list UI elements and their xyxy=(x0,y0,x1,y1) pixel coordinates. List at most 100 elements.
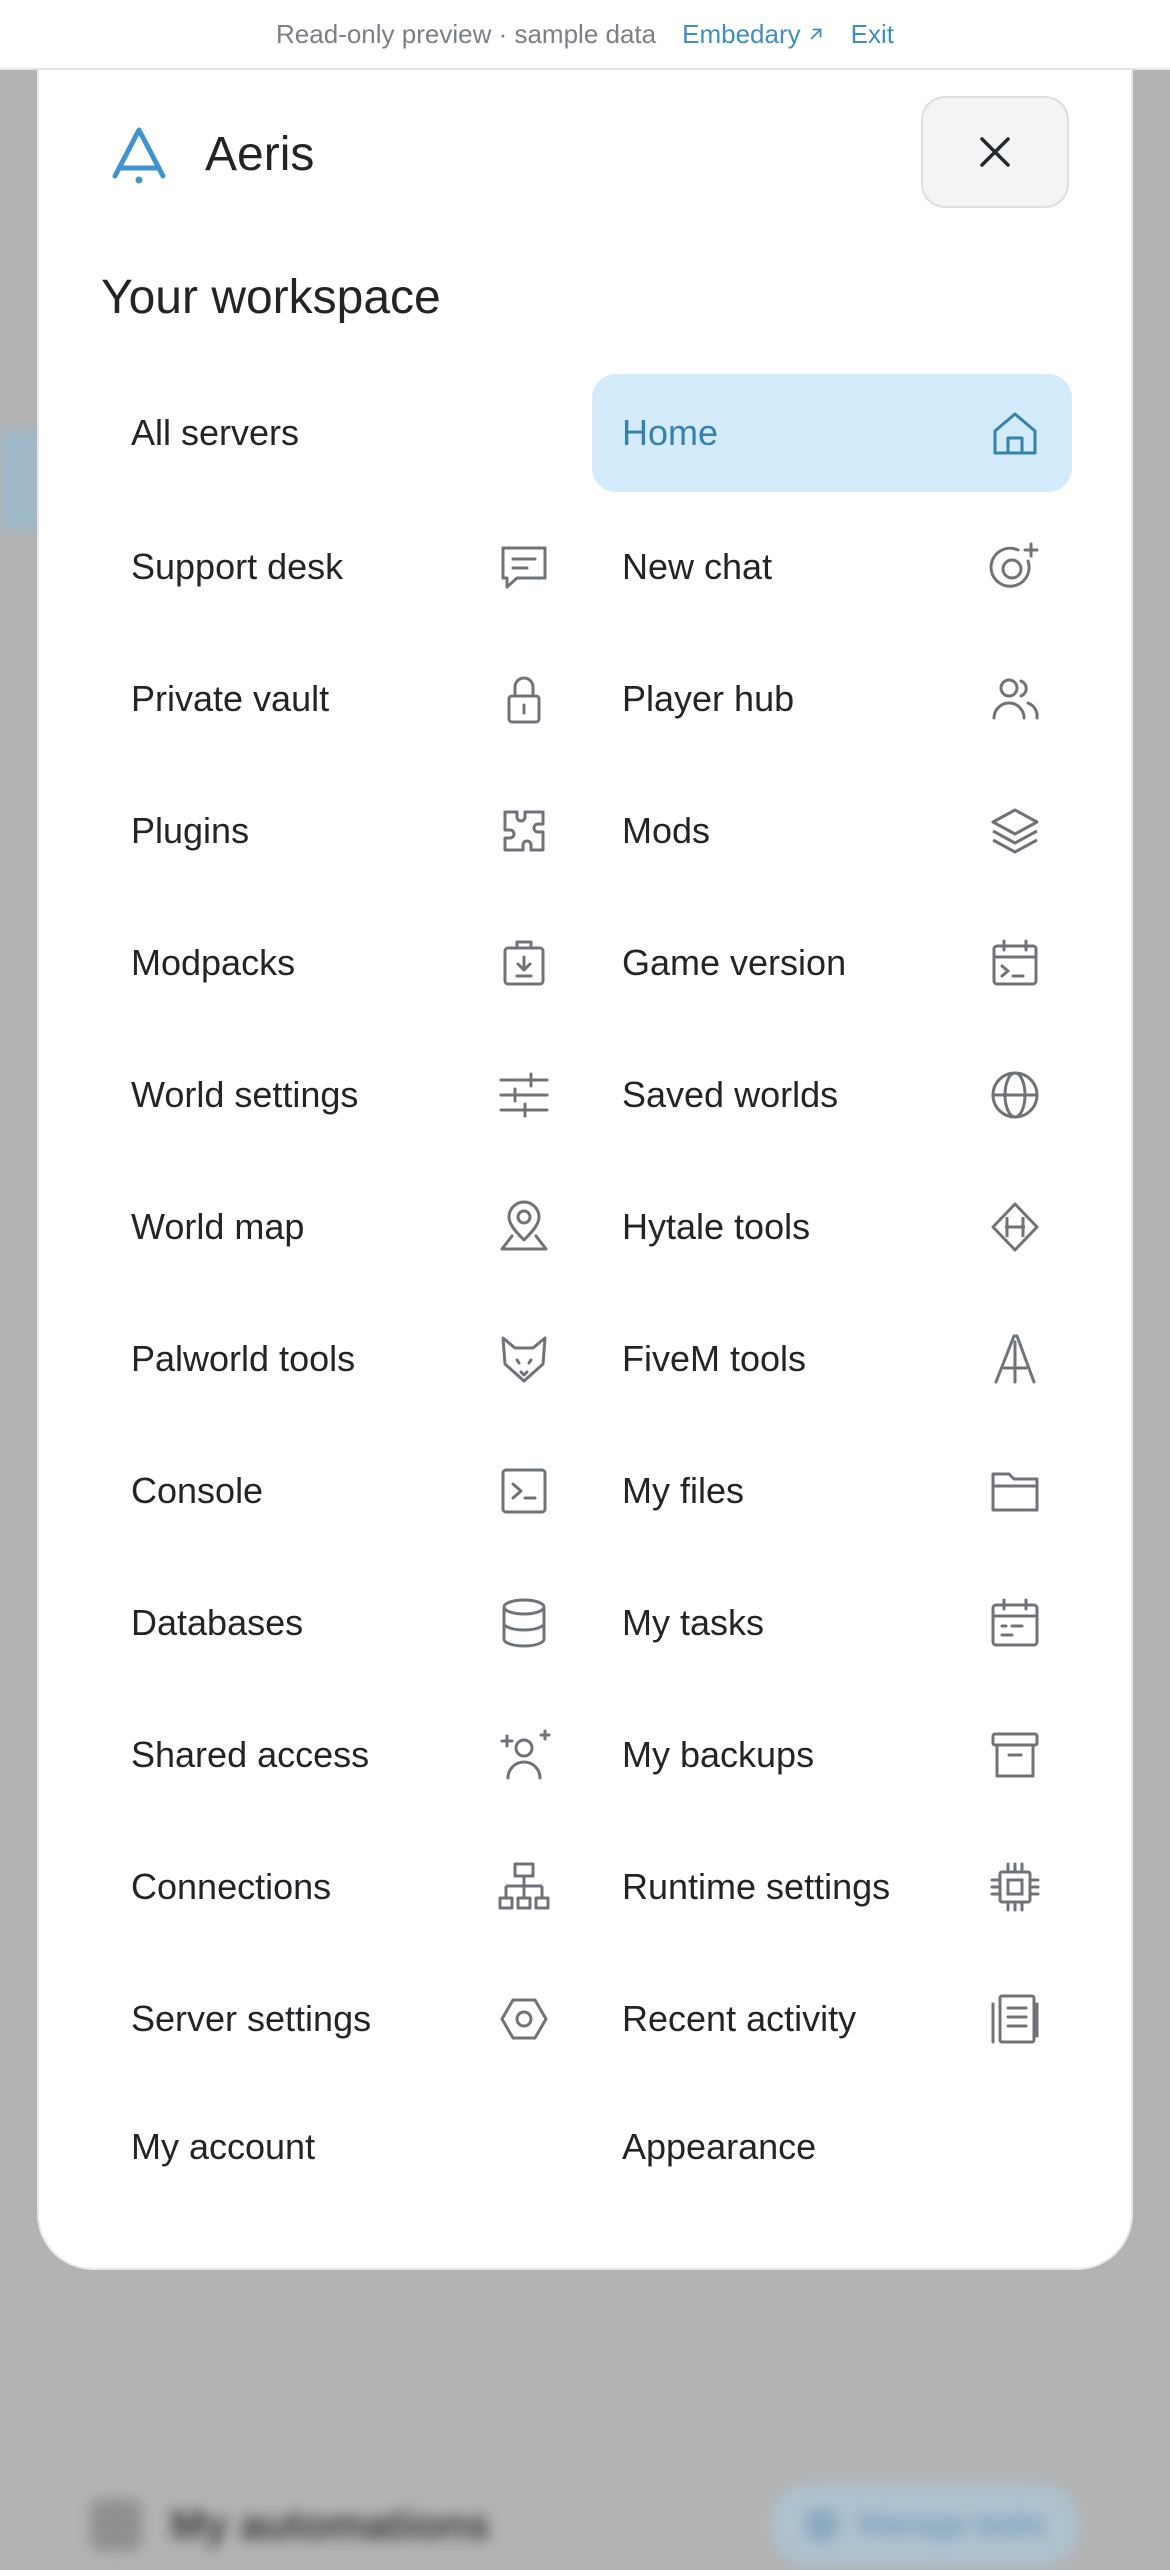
menu-item-label: My files xyxy=(622,1470,745,1511)
activity-log-icon xyxy=(988,1992,1042,2046)
menu-item-label: Home xyxy=(622,412,719,453)
sliders-icon xyxy=(497,1068,551,1122)
menu-item-label: Connections xyxy=(131,1866,332,1907)
menu-item-label: Runtime settings xyxy=(622,1866,891,1907)
menu-item-my-tasks[interactable]: My tasks xyxy=(592,1564,1072,1682)
menu-item-label: Game version xyxy=(622,942,847,983)
hexagon-settings-icon xyxy=(497,1992,551,2046)
brand[interactable]: Aeris xyxy=(107,122,314,186)
fox-head-icon xyxy=(497,1332,551,1386)
external-link-icon xyxy=(810,28,822,40)
menu-item-label: Modpacks xyxy=(131,942,296,983)
message-icon xyxy=(497,540,551,594)
database-icon xyxy=(497,1596,551,1650)
embedary-link-label: Embedary xyxy=(682,18,801,49)
menu-item-label: Console xyxy=(131,1470,264,1511)
menu-item-label: Private vault xyxy=(131,678,330,719)
calendar-terminal-icon xyxy=(988,936,1042,990)
archive-icon xyxy=(988,1728,1042,1782)
exit-link[interactable]: Exit xyxy=(851,19,894,50)
menu-item-label: All servers xyxy=(131,412,300,453)
menu-item-connections[interactable]: Connections xyxy=(101,1828,581,1946)
menu-item-world-settings[interactable]: World settings xyxy=(101,1036,581,1154)
menu-item-databases[interactable]: Databases xyxy=(101,1564,581,1682)
lock-icon xyxy=(497,672,551,726)
hytale-diamond-icon xyxy=(988,1200,1042,1254)
menu-item-label: Databases xyxy=(131,1602,304,1643)
terminal-icon xyxy=(497,1464,551,1518)
menu-item-new-chat[interactable]: New chat xyxy=(592,508,1072,626)
menu-item-recent-activity[interactable]: Recent activity xyxy=(592,1960,1072,2078)
menu-item-hytale-tools[interactable]: Hytale tools xyxy=(592,1168,1072,1286)
background-accent xyxy=(0,430,40,530)
menu-item-label: Recent activity xyxy=(622,1998,857,2039)
map-pin-icon xyxy=(497,1200,551,1254)
embedary-link[interactable]: Embedary xyxy=(682,19,825,50)
menu-item-label: Player hub xyxy=(622,678,795,719)
sitemap-icon xyxy=(497,1860,551,1914)
menu-item-label: Appearance xyxy=(622,2126,817,2167)
home-icon xyxy=(988,406,1042,460)
section-title: Your workspace xyxy=(101,271,441,324)
puzzle-icon xyxy=(497,804,551,858)
background-button-icon xyxy=(804,2508,839,2542)
menu-item-home[interactable]: Home xyxy=(592,374,1072,492)
menu-item-label: World map xyxy=(131,1206,305,1247)
menu-item-label: New chat xyxy=(622,546,773,587)
menu-item-console[interactable]: Console xyxy=(101,1432,581,1550)
users-icon xyxy=(988,672,1042,726)
preview-bar: Read-only preview · sample data Embedary… xyxy=(0,0,1170,70)
close-button[interactable] xyxy=(921,96,1069,208)
brand-name: Aeris xyxy=(205,127,315,181)
menu-item-all-servers[interactable]: All servers xyxy=(101,374,581,492)
background-icon xyxy=(90,2499,142,2551)
fivem-icon xyxy=(988,1332,1042,1386)
menu-item-label: Mods xyxy=(622,810,711,851)
menu-item-label: My account xyxy=(131,2126,316,2167)
background-manage-button: Manage tasks xyxy=(770,2483,1080,2567)
menu-item-label: My backups xyxy=(622,1734,815,1775)
background-header: My automations Manage tasks xyxy=(90,2480,1080,2570)
user-plus-icon xyxy=(497,1728,551,1782)
menu-item-modpacks[interactable]: Modpacks xyxy=(101,904,581,1022)
menu-item-game-version[interactable]: Game version xyxy=(592,904,1072,1022)
menu-item-private-vault[interactable]: Private vault xyxy=(101,640,581,758)
menu-item-label: Saved worlds xyxy=(622,1074,839,1115)
globe-icon xyxy=(988,1068,1042,1122)
menu-item-my-files[interactable]: My files xyxy=(592,1432,1072,1550)
menu-item-label: Shared access xyxy=(131,1734,370,1775)
aeris-logo-icon xyxy=(112,127,166,184)
menu-item-mods[interactable]: Mods xyxy=(592,772,1072,890)
menu-item-label: Support desk xyxy=(131,546,344,587)
menu-item-world-map[interactable]: World map xyxy=(101,1168,581,1286)
menu-item-label: My tasks xyxy=(622,1602,765,1643)
menu-item-server-settings[interactable]: Server settings xyxy=(101,1960,581,2078)
background-title: My automations xyxy=(170,2501,490,2548)
menu-item-label: Plugins xyxy=(131,810,250,851)
menu-item-shared-access[interactable]: Shared access xyxy=(101,1696,581,1814)
menu-item-my-backups[interactable]: My backups xyxy=(592,1696,1072,1814)
menu-item-label: Palworld tools xyxy=(131,1338,356,1379)
layers-icon xyxy=(988,804,1042,858)
menu-item-label: Hytale tools xyxy=(622,1206,811,1247)
menu-item-appearance[interactable]: Appearance xyxy=(592,2088,1072,2206)
preview-note: Read-only preview · sample data xyxy=(276,18,657,49)
close-icon xyxy=(980,137,1010,167)
calendar-tasks-icon xyxy=(988,1596,1042,1650)
menu-item-label: FiveM tools xyxy=(622,1338,807,1379)
menu-item-support-desk[interactable]: Support desk xyxy=(101,508,581,626)
menu-item-palworld-tools[interactable]: Palworld tools xyxy=(101,1300,581,1418)
menu-item-my-account[interactable]: My account xyxy=(101,2088,581,2206)
menu-item-player-hub[interactable]: Player hub xyxy=(592,640,1072,758)
menu-item-saved-worlds[interactable]: Saved worlds xyxy=(592,1036,1072,1154)
chat-plus-icon xyxy=(988,540,1042,594)
menu-item-runtime-settings[interactable]: Runtime settings xyxy=(592,1828,1072,1946)
menu-item-plugins[interactable]: Plugins xyxy=(101,772,581,890)
menu-item-fivem-tools[interactable]: FiveM tools xyxy=(592,1300,1072,1418)
menu-item-label: World settings xyxy=(131,1074,359,1115)
box-download-icon xyxy=(497,936,551,990)
background-button-label: Manage tasks xyxy=(858,2508,1046,2541)
folder-icon xyxy=(988,1464,1042,1518)
navigation-menu-panel: Aeris Your workspace All servers Home Su… xyxy=(37,62,1133,2270)
cpu-icon xyxy=(988,1860,1042,1914)
